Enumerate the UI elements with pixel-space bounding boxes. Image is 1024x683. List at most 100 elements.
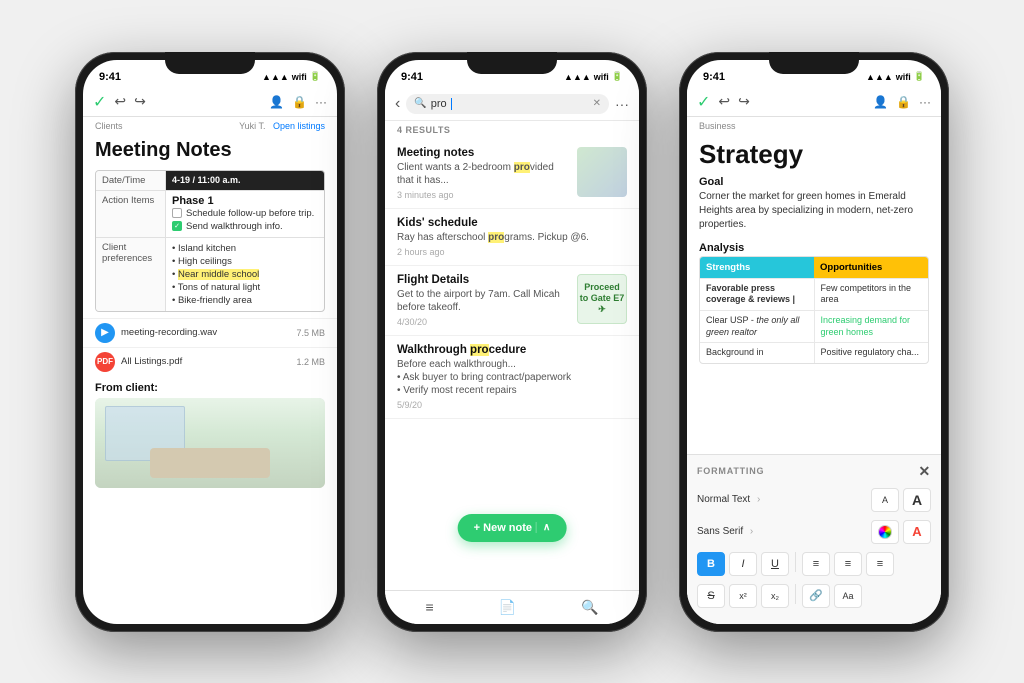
breadcrumb-3: Business: [687, 117, 941, 135]
align-right-button[interactable]: ≡: [866, 552, 894, 576]
search-input-wrap[interactable]: 🔍 pro ✕: [406, 94, 609, 114]
search-more-icon[interactable]: ···: [615, 96, 629, 112]
result-title-2: Kids' schedule: [397, 217, 627, 229]
attachment-1: ▶ meeting-recording.wav 7.5 MB: [83, 318, 337, 347]
undo-icon[interactable]: ↩: [114, 93, 126, 110]
open-listings-link[interactable]: Open listings: [273, 121, 325, 131]
checkbox-item-1: Schedule follow-up before trip.: [172, 207, 318, 220]
user-icon[interactable]: 👤: [269, 95, 284, 109]
bold-button[interactable]: B: [697, 552, 725, 576]
search-text: pro: [431, 98, 447, 110]
biu-buttons: B I U ≡ ≡ ≡: [697, 552, 894, 576]
table-header-row: Date/Time 4-19 / 11:00 a.m.: [96, 171, 324, 191]
user-name: Yuki T.: [239, 121, 265, 131]
screen-1: 9:41 ▲▲▲ wifi 🔋 ✓ ↩ ↪ 👤 🔒 ···: [83, 60, 337, 624]
action-label: Action Items: [96, 191, 166, 237]
search-cursor: [451, 98, 452, 110]
formatting-close-button[interactable]: ✕: [918, 463, 931, 480]
result-thumb-flight: Proceedto Gate E7 ✈: [577, 274, 627, 324]
more-icon[interactable]: ···: [315, 95, 327, 109]
formatting-header: FORMATTING ✕: [697, 463, 931, 480]
strategy-title: Strategy: [687, 135, 941, 172]
result-text-4: Walkthrough procedure Before each walkth…: [397, 344, 627, 410]
search-bar: ‹ 🔍 pro ✕ ···: [385, 88, 639, 121]
undo-icon-3[interactable]: ↩: [718, 93, 730, 110]
analysis-label: Analysis: [687, 238, 941, 256]
room-illustration: [95, 398, 325, 488]
sans-serif-label[interactable]: Sans Serif ›: [697, 526, 871, 537]
more-icon-3[interactable]: ···: [919, 95, 931, 109]
text-size-small[interactable]: A: [871, 488, 899, 512]
result-time-2: 2 hours ago: [397, 247, 627, 257]
signal-icon-2: ▲▲▲: [564, 72, 591, 82]
result-text-2: Kids' schedule Ray has afterschool progr…: [397, 217, 627, 257]
checkbox-2[interactable]: ✓: [172, 221, 182, 231]
phone-2: 9:41 ▲▲▲ wifi 🔋 ‹ 🔍 pro ✕ ··· 4 RESULTS: [377, 52, 647, 632]
subscript-button[interactable]: x₂: [761, 584, 789, 608]
toolbar-1: ✓ ↩ ↪ 👤 🔒 ···: [83, 88, 337, 117]
wifi-icon: wifi: [292, 72, 307, 82]
notch-1: [165, 52, 255, 74]
toolbar-3: ✓ ↩ ↪ 👤 🔒 ···: [687, 88, 941, 117]
search-bottom-icon[interactable]: 🔍: [581, 599, 598, 616]
new-note-label: + New note: [474, 522, 532, 534]
color-picker-button[interactable]: [871, 520, 899, 544]
result-item-1[interactable]: Meeting notes Client wants a 2-bedroom p…: [385, 139, 639, 209]
italic-button[interactable]: I: [729, 552, 757, 576]
color-dot: [878, 525, 892, 539]
strikethrough-button[interactable]: S: [697, 584, 725, 608]
align-center-button[interactable]: ≡: [834, 552, 862, 576]
attachment-name-2: All Listings.pdf: [121, 356, 290, 367]
analysis-row-1: Favorable press coverage & reviews | Few…: [700, 278, 928, 310]
font-case-button[interactable]: Aa: [834, 584, 862, 608]
notch-3: [769, 52, 859, 74]
redo-icon[interactable]: ↪: [134, 93, 146, 110]
screen-2: 9:41 ▲▲▲ wifi 🔋 ‹ 🔍 pro ✕ ··· 4 RESULTS: [385, 60, 639, 624]
action-items-row: Action Items Phase 1 Schedule follow-up …: [96, 191, 324, 238]
normal-text-label[interactable]: Normal Text ›: [697, 494, 871, 505]
phone3-content: ✓ ↩ ↪ 👤 🔒 ··· Business Strategy Goal Cor…: [687, 88, 941, 624]
bottom-bar-2: ≡ 📄 🔍: [385, 590, 639, 624]
format-row-extra: S x² x₂ 🔗 Aa: [697, 584, 931, 608]
analysis-row-3: Background in Positive regulatory cha...: [700, 342, 928, 363]
analysis-opportunity-2: Increasing demand for green homes: [815, 311, 929, 342]
align-left-button[interactable]: ≡: [802, 552, 830, 576]
analysis-row-2: Clear USP - the only all green realtor I…: [700, 310, 928, 342]
back-button[interactable]: ‹: [395, 95, 400, 113]
result-item-4[interactable]: Walkthrough procedure Before each walkth…: [385, 336, 639, 419]
note-header-1: Meeting Notes: [83, 135, 337, 170]
home-icon[interactable]: 🔒: [292, 95, 307, 109]
checkbox-1[interactable]: [172, 208, 182, 218]
wifi-icon-2: wifi: [594, 72, 609, 82]
check-icon[interactable]: ✓: [93, 92, 106, 112]
checkbox-label-2: Send walkthrough info.: [186, 221, 283, 232]
user-icon-3[interactable]: 👤: [873, 95, 888, 109]
home-icon-3[interactable]: 🔒: [896, 95, 911, 109]
time-2: 9:41: [401, 71, 423, 83]
action-value: Phase 1 Schedule follow-up before trip. …: [166, 191, 324, 237]
font-color-button[interactable]: A: [903, 520, 931, 544]
superscript-button[interactable]: x²: [729, 584, 757, 608]
check-icon-3[interactable]: ✓: [697, 92, 710, 112]
bullet-4: • Tons of natural light: [172, 281, 318, 294]
notes-icon[interactable]: 📄: [499, 599, 516, 616]
text-size-large[interactable]: A: [903, 488, 931, 512]
attachment-size-1: 7.5 MB: [296, 328, 325, 338]
new-note-button[interactable]: + New note ∧: [458, 514, 567, 542]
result-item-3[interactable]: Flight Details Get to the airport by 7am…: [385, 266, 639, 336]
bullet-2: • High ceilings: [172, 255, 318, 268]
analysis-header: Strengths Opportunities: [700, 257, 928, 278]
analysis-strength-3: Background in: [700, 343, 815, 363]
underline-button[interactable]: U: [761, 552, 789, 576]
link-button[interactable]: 🔗: [802, 584, 830, 608]
analysis-strength-2: Clear USP - the only all green realtor: [700, 311, 815, 342]
screen-3: 9:41 ▲▲▲ wifi 🔋 ✓ ↩ ↪ 👤 🔒 ···: [687, 60, 941, 624]
redo-icon-3[interactable]: ↪: [738, 93, 750, 110]
result-title-1: Meeting notes: [397, 147, 569, 159]
format-row-biu: B I U ≡ ≡ ≡: [697, 552, 931, 576]
time-1: 9:41: [99, 71, 121, 83]
search-clear-icon[interactable]: ✕: [593, 98, 601, 109]
strength-text-1: Favorable press coverage & reviews |: [706, 283, 795, 305]
result-item-2[interactable]: Kids' schedule Ray has afterschool progr…: [385, 209, 639, 266]
menu-icon[interactable]: ≡: [425, 599, 433, 616]
